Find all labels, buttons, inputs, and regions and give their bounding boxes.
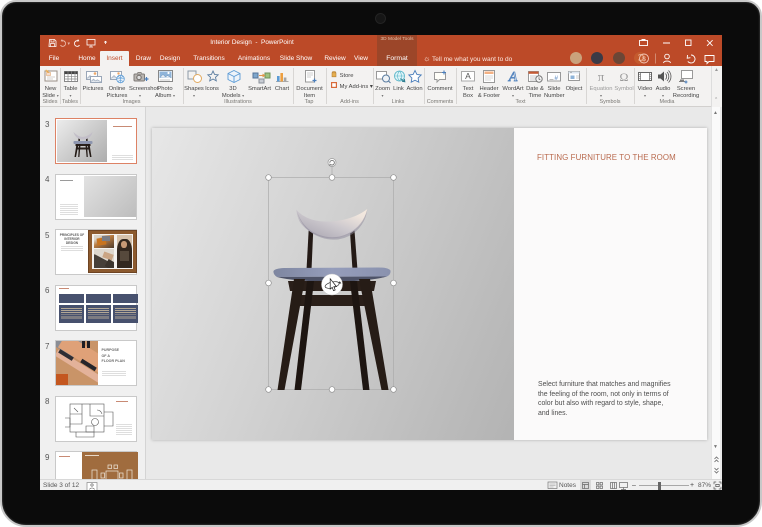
svg-text:$: $ bbox=[642, 56, 646, 63]
svg-text:▾: ▾ bbox=[68, 41, 71, 47]
svg-text:#: # bbox=[554, 75, 558, 82]
svg-text:A: A bbox=[508, 70, 518, 85]
svg-text:Ω: Ω bbox=[620, 70, 629, 84]
svg-text:π: π bbox=[598, 69, 605, 84]
svg-text:A: A bbox=[465, 71, 471, 81]
